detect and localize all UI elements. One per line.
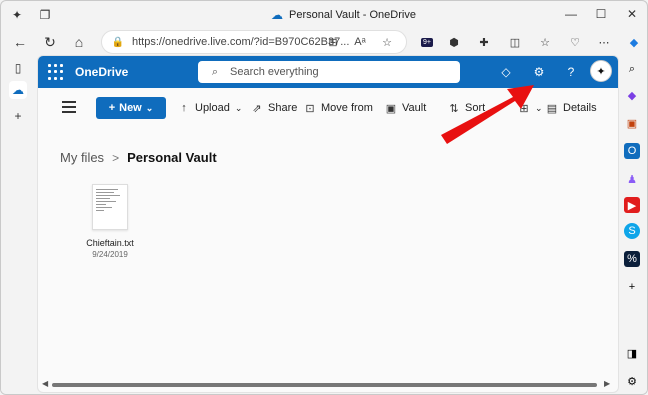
skype-icon[interactable]: S — [624, 223, 640, 239]
search-icon: ⌕ — [211, 65, 219, 78]
refresh-button[interactable]: ↻ — [40, 32, 60, 52]
file-tile[interactable]: Chieftain.txt 9/24/2019 — [82, 184, 138, 259]
move-label: Move from — [321, 102, 373, 114]
gear-icon[interactable]: ⚙ — [531, 64, 547, 80]
sidebar-settings-icon[interactable]: ⚙ — [624, 373, 640, 389]
scroll-left-icon[interactable]: ◀ — [42, 379, 48, 388]
back-button[interactable]: ← — [10, 32, 30, 52]
extension-icon[interactable]: 9+ — [418, 33, 436, 51]
view-switcher[interactable]: ⊞ ⌄ — [518, 99, 543, 117]
sort-button[interactable]: ⇅ Sort — [448, 99, 485, 117]
command-bar: + New ⌄ ↑ Upload ⌄ ⇗ Share ⊡ Move from ▣… — [38, 88, 618, 126]
plus-icon: + — [108, 102, 116, 114]
tab-title: Personal Vault - OneDrive — [289, 9, 416, 21]
breadcrumb-my-files[interactable]: My files — [60, 150, 104, 165]
tools-icon[interactable]: ▣ — [624, 115, 640, 131]
onedrive-tab-icon[interactable]: ☁ — [9, 81, 27, 99]
app-launcher-icon[interactable] — [48, 64, 64, 80]
onedrive-cloud-icon: ☁ — [271, 8, 283, 22]
new-button-label: New — [119, 102, 142, 114]
breadcrumb-current: Personal Vault — [127, 150, 217, 165]
more-menu-icon[interactable]: ⋯ — [595, 33, 613, 51]
browser-window: ✦ ❐ ☁ Personal Vault - OneDrive — ☐ ✕ ← … — [0, 0, 648, 395]
sort-icon: ⇅ — [449, 102, 459, 115]
vault-label: Vault — [402, 102, 427, 114]
read-aloud-icon[interactable]: Aᵃ — [352, 34, 368, 50]
vault-button[interactable]: ▣ Vault — [385, 99, 426, 117]
upload-icon: ↑ — [181, 102, 187, 114]
navigation-bar: ← ↻ ⌂ 🔒 https://onedrive.live.com/?id=B9… — [1, 29, 647, 55]
vertical-tabs-rail: ▯ ☁ + — [1, 55, 35, 394]
maximize-button[interactable]: ☐ — [591, 5, 611, 23]
add-sidebar-app-icon[interactable]: + — [624, 279, 640, 295]
new-button[interactable]: + New ⌄ — [96, 97, 166, 119]
shield-extension-icon[interactable]: ⬢ — [445, 33, 463, 51]
grid-view-icon: ⊞ — [519, 102, 529, 115]
sidebar-rail: ⌕ ◆ ▣ O ♟ ▶ S % + ◨ ⚙ — [617, 55, 647, 394]
browser-essentials-icon[interactable]: ♡ — [566, 33, 584, 51]
games-icon[interactable]: ♟ — [624, 171, 640, 187]
upload-label: Upload — [195, 102, 230, 114]
scrollbar-thumb[interactable] — [52, 383, 597, 387]
chevron-down-icon: ⌄ — [234, 102, 243, 113]
favorite-star-icon[interactable]: ☆ — [379, 34, 395, 50]
tab-active[interactable]: ☁ Personal Vault - OneDrive — [271, 8, 416, 22]
new-tab-icon[interactable]: + — [9, 107, 27, 125]
page-content: OneDrive ⌕ Search everything ◇ ⚙ ? ✦ + N… — [37, 55, 619, 393]
move-icon: ⊡ — [305, 102, 315, 115]
sidebar-search-icon[interactable]: ⌕ — [624, 61, 640, 77]
url-text: https://onedrive.live.com/?id=B970C62B37… — [132, 36, 350, 48]
hamburger-menu-icon[interactable] — [62, 101, 76, 113]
vault-icon: ▣ — [385, 102, 397, 115]
search-box[interactable]: ⌕ Search everything — [198, 61, 460, 83]
share-label: Share — [268, 102, 298, 114]
file-date: 9/24/2019 — [92, 250, 128, 259]
scroll-right-icon[interactable]: ▶ — [604, 379, 610, 388]
chevron-down-icon: ⌄ — [145, 102, 154, 113]
percent-app-icon[interactable]: % — [624, 251, 640, 267]
minimize-button[interactable]: — — [561, 5, 581, 23]
lock-icon: 🔒 — [111, 36, 125, 48]
title-bar: ✦ ❐ ☁ Personal Vault - OneDrive — ☐ ✕ — [1, 1, 647, 29]
profile-icon[interactable]: ✦ — [9, 7, 25, 23]
brand-title[interactable]: OneDrive — [75, 65, 128, 79]
onedrive-header: OneDrive ⌕ Search everything ◇ ⚙ ? ✦ — [38, 56, 618, 88]
youtube-icon[interactable]: ▶ — [624, 197, 640, 213]
shopping-tag-icon[interactable]: ◆ — [624, 87, 640, 103]
extensions-puzzle-icon[interactable]: ✚ — [475, 33, 493, 51]
question-icon[interactable]: ? — [563, 64, 579, 80]
search-placeholder: Search everything — [230, 66, 319, 78]
breadcrumb-separator: > — [112, 150, 120, 165]
app-available-icon[interactable]: ⊞ — [325, 34, 341, 50]
details-label: Details — [563, 102, 597, 114]
horizontal-scrollbar[interactable]: ◀ ▶ — [42, 379, 612, 388]
favorites-icon[interactable]: ☆ — [536, 33, 554, 51]
hide-sidebar-icon[interactable]: ◨ — [624, 345, 640, 361]
move-from-button[interactable]: ⊡ Move from — [304, 99, 373, 117]
breadcrumb: My files > Personal Vault — [60, 150, 217, 165]
home-button[interactable]: ⌂ — [69, 32, 89, 52]
share-button[interactable]: ⇗ Share — [251, 99, 297, 117]
share-icon: ⇗ — [252, 102, 262, 115]
chevron-down-icon: ⌄ — [535, 102, 543, 113]
split-screen-icon[interactable]: ◫ — [506, 33, 524, 51]
upload-button[interactable]: ↑ Upload ⌄ — [178, 99, 242, 117]
diamond-icon[interactable]: ◇ — [498, 64, 514, 80]
extension-badge: 9+ — [421, 37, 433, 47]
details-button[interactable]: ▤ Details — [546, 99, 597, 117]
file-name: Chieftain.txt — [86, 238, 134, 248]
workspaces-icon[interactable]: ❐ — [37, 7, 53, 23]
copilot-icon[interactable]: ◆ — [625, 33, 643, 51]
close-button[interactable]: ✕ — [622, 5, 642, 23]
details-icon: ▤ — [546, 102, 558, 115]
avatar[interactable]: ✦ — [590, 60, 612, 82]
outlook-icon[interactable]: O — [624, 143, 640, 159]
tab-actions-icon[interactable]: ▯ — [9, 59, 27, 77]
file-thumbnail — [92, 184, 128, 230]
sort-label: Sort — [465, 102, 486, 114]
